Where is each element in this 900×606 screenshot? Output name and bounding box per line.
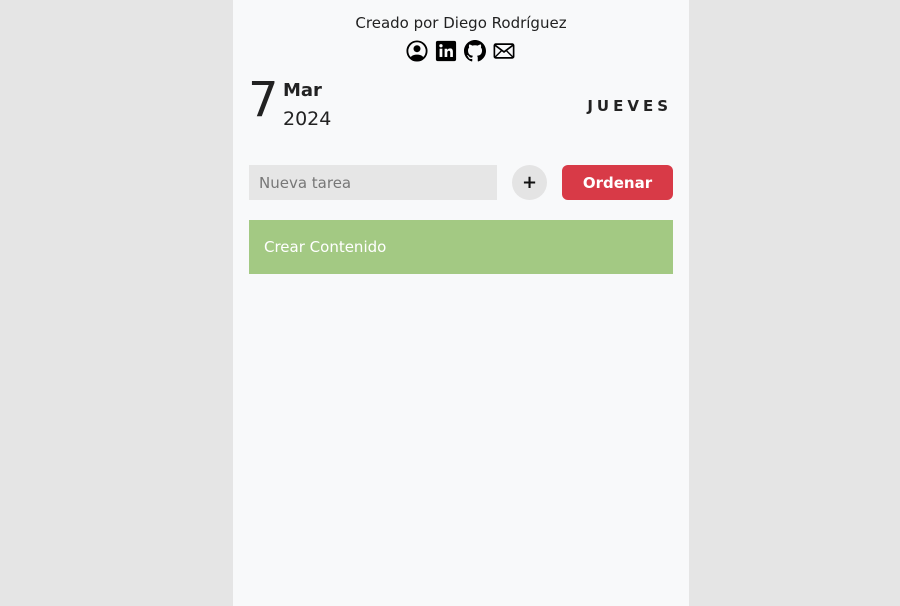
order-button[interactable]: Ordenar	[562, 165, 673, 200]
date-day: 7	[248, 72, 279, 128]
linkedin-icon[interactable]	[435, 40, 457, 62]
task-item-text: Crear Contenido	[264, 238, 387, 256]
new-task-input[interactable]	[249, 165, 497, 200]
author-credit: Creado por Diego Rodríguez	[355, 14, 567, 32]
date-month: Mar	[283, 80, 322, 101]
weekday: JUEVES	[587, 97, 672, 115]
todo-app: Creado por Diego Rodríguez 7 Mar 2024 JU…	[233, 0, 689, 606]
mail-icon[interactable]	[493, 40, 515, 62]
github-icon[interactable]	[464, 40, 486, 62]
task-item[interactable]: Crear Contenido	[249, 220, 673, 274]
date-year: 2024	[283, 108, 332, 130]
task-list: Crear Contenido	[249, 220, 673, 274]
user-circle-icon[interactable]	[406, 40, 428, 62]
add-task-button[interactable]: +	[512, 165, 547, 200]
social-links	[406, 40, 515, 62]
